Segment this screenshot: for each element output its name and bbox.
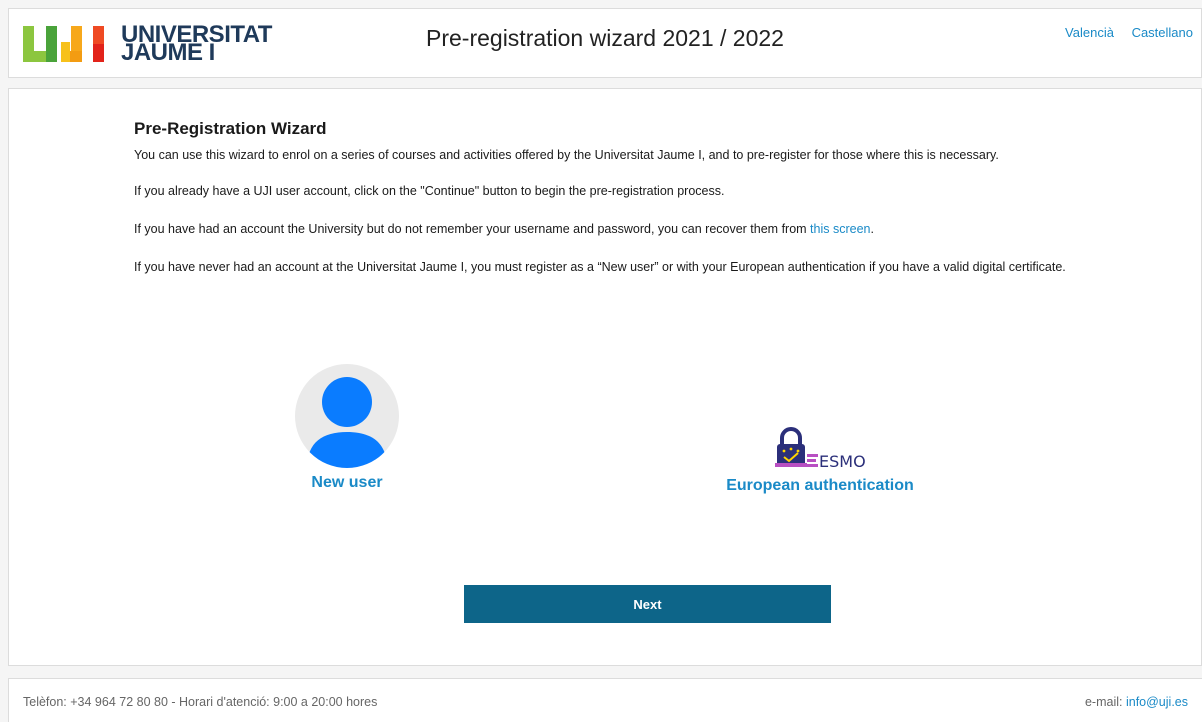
wizard-heading: Pre-Registration Wizard — [134, 119, 327, 138]
user-avatar-icon — [295, 364, 399, 468]
header: UNIVERSITAT JAUME I Pre-registration wiz… — [8, 8, 1202, 78]
intro-text: You can use this wizard to enrol on a se… — [134, 148, 999, 162]
european-auth-label: European authentication — [726, 477, 914, 494]
lang-castellano-link[interactable]: Castellano — [1132, 25, 1193, 40]
footer: Telèfon: +34 964 72 80 80 - Horari d'ate… — [8, 678, 1202, 722]
account-text: If you already have a UJI user account, … — [134, 184, 725, 198]
new-account-text: If you have never had an account at the … — [134, 260, 1066, 274]
uji-logo[interactable]: UNIVERSITAT JAUME I — [23, 23, 272, 65]
recover-text: If you have had an account the Universit… — [134, 222, 874, 236]
uji-logo-icon — [23, 26, 104, 62]
language-switcher: Valencià Castellano — [1051, 25, 1193, 40]
footer-email: e-mail: info@uji.es — [1084, 695, 1188, 709]
esmo-logo-icon: ESMO — [705, 425, 935, 473]
wizard-content: Pre-Registration Wizard You can use this… — [134, 119, 1094, 296]
footer-phone: Telèfon: +34 964 72 80 80 - Horari d'ate… — [23, 695, 378, 709]
logo-text: UNIVERSITAT JAUME I — [121, 21, 272, 66]
next-button[interactable]: Next — [464, 585, 831, 623]
lang-valencia-link[interactable]: Valencià — [1065, 25, 1114, 40]
email-link[interactable]: info@uji.es — [1126, 695, 1188, 709]
recover-link[interactable]: this screen — [810, 222, 870, 236]
esmo-text: ESMO — [819, 452, 866, 471]
main-panel: Pre-Registration Wizard You can use this… — [8, 88, 1202, 666]
european-auth-option[interactable]: ESMO European authentication — [705, 425, 935, 495]
new-user-label: New user — [311, 474, 383, 491]
new-user-option[interactable]: New user — [292, 364, 402, 492]
